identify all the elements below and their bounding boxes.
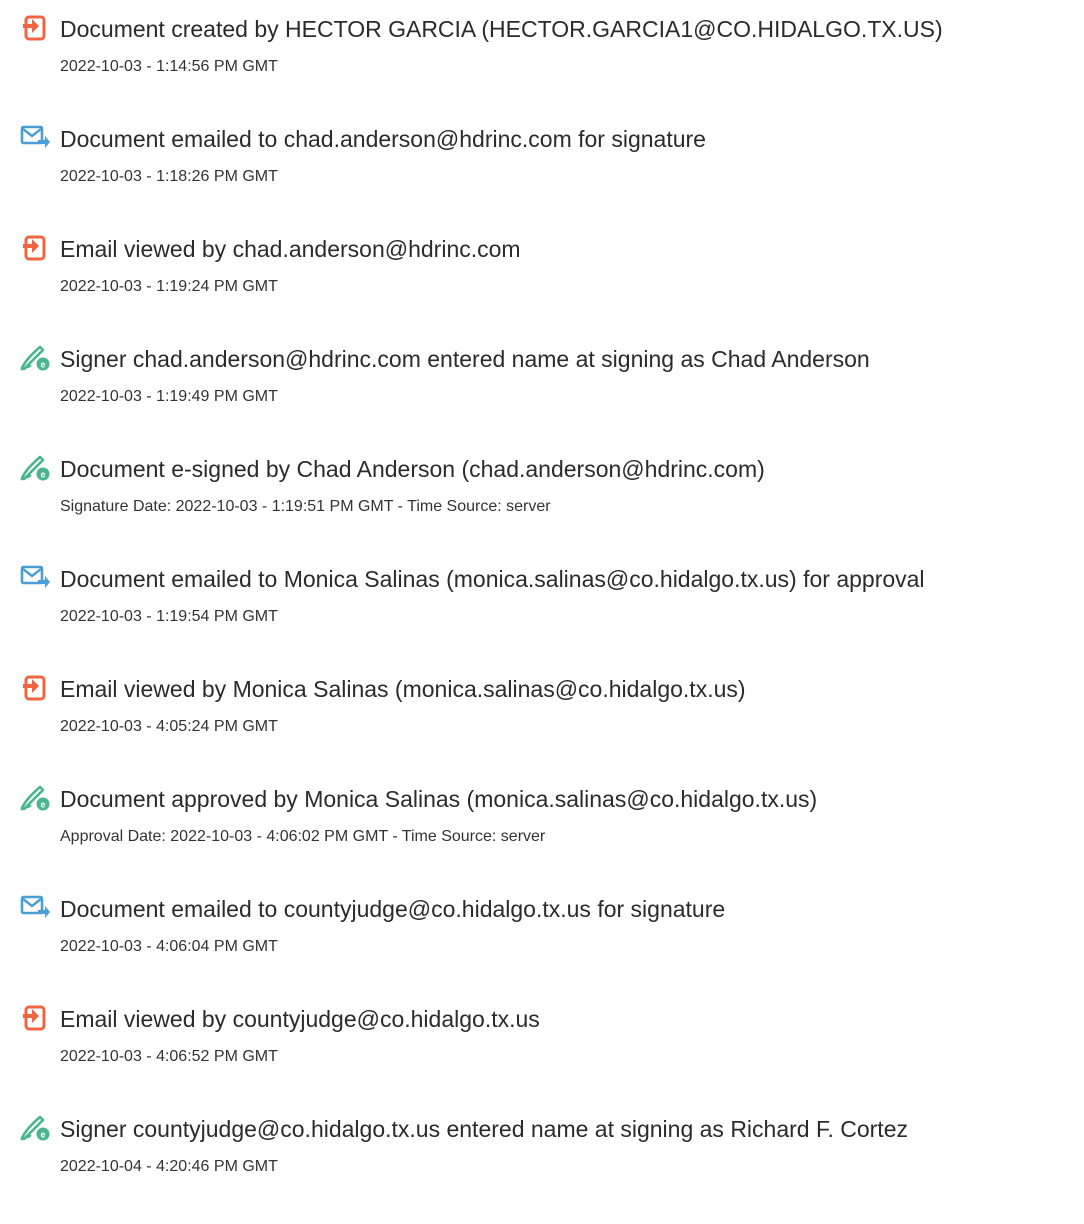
event-timestamp: 2022-10-03 - 4:06:52 PM GMT bbox=[60, 1048, 278, 1065]
event-timestamp: 2022-10-03 - 1:19:54 PM GMT bbox=[60, 608, 278, 625]
event-item: Document emailed to chad.anderson@hdrinc… bbox=[0, 122, 1084, 222]
svg-text:e: e bbox=[40, 470, 45, 480]
event-timestamp: Signature Date: 2022-10-03 - 1:19:51 PM … bbox=[60, 498, 551, 515]
event-title: Document approved by Monica Salinas (mon… bbox=[60, 786, 818, 812]
event-timestamp: 2022-10-03 - 4:06:04 PM GMT bbox=[60, 938, 278, 955]
event-title: Email viewed by Monica Salinas (monica.s… bbox=[60, 676, 746, 702]
audit-trail-page: Document created by HECTOR GARCIA (HECTO… bbox=[0, 0, 1084, 1224]
svg-text:e: e bbox=[40, 800, 45, 810]
event-timestamp: 2022-10-03 - 1:18:26 PM GMT bbox=[60, 168, 278, 185]
event-title: Email viewed by countyjudge@co.hidalgo.t… bbox=[60, 1006, 540, 1032]
event-item: Document created by HECTOR GARCIA (HECTO… bbox=[0, 12, 1084, 112]
email-sent-icon bbox=[18, 122, 52, 154]
document-icon bbox=[18, 1002, 52, 1034]
event-title: Email viewed by chad.anderson@hdrinc.com bbox=[60, 236, 521, 262]
event-title: Document emailed to Monica Salinas (moni… bbox=[60, 566, 925, 592]
document-icon bbox=[18, 672, 52, 704]
event-timestamp: 2022-10-03 - 4:05:24 PM GMT bbox=[60, 718, 278, 735]
email-sent-icon bbox=[18, 562, 52, 594]
event-timestamp: 2022-10-03 - 1:19:49 PM GMT bbox=[60, 388, 278, 405]
document-icon bbox=[18, 232, 52, 264]
svg-text:e: e bbox=[40, 360, 45, 370]
event-timestamp: 2022-10-03 - 1:19:24 PM GMT bbox=[60, 278, 278, 295]
event-title: Document emailed to chad.anderson@hdrinc… bbox=[60, 126, 706, 152]
event-title: Signer countyjudge@co.hidalgo.tx.us ente… bbox=[60, 1116, 908, 1142]
event-item: Email viewed by chad.anderson@hdrinc.com… bbox=[0, 232, 1084, 332]
signature-pen-icon: e bbox=[18, 782, 52, 814]
event-title: Signer chad.anderson@hdrinc.com entered … bbox=[60, 346, 870, 372]
event-timestamp: 2022-10-04 - 4:20:46 PM GMT bbox=[60, 1158, 278, 1175]
event-item: e Document e-signed by Chad Anderson (ch… bbox=[0, 452, 1084, 552]
event-item: e Signer countyjudge@co.hidalgo.tx.us en… bbox=[0, 1112, 1084, 1212]
event-item: Document emailed to Monica Salinas (moni… bbox=[0, 562, 1084, 662]
event-timestamp: 2022-10-03 - 1:14:56 PM GMT bbox=[60, 58, 278, 75]
email-sent-icon bbox=[18, 892, 52, 924]
event-item: Document emailed to countyjudge@co.hidal… bbox=[0, 892, 1084, 992]
event-title: Document created by HECTOR GARCIA (HECTO… bbox=[60, 16, 943, 42]
event-item: e Signer chad.anderson@hdrinc.com entere… bbox=[0, 342, 1084, 442]
event-item: e Document approved by Monica Salinas (m… bbox=[0, 782, 1084, 882]
event-title: Document emailed to countyjudge@co.hidal… bbox=[60, 896, 726, 922]
signature-pen-icon: e bbox=[18, 452, 52, 484]
signature-pen-icon: e bbox=[18, 342, 52, 374]
event-title: Document e-signed by Chad Anderson (chad… bbox=[60, 456, 765, 482]
event-item: Email viewed by countyjudge@co.hidalgo.t… bbox=[0, 1002, 1084, 1102]
event-item: Email viewed by Monica Salinas (monica.s… bbox=[0, 672, 1084, 772]
event-timestamp: Approval Date: 2022-10-03 - 4:06:02 PM G… bbox=[60, 828, 546, 845]
signature-pen-icon: e bbox=[18, 1112, 52, 1144]
document-icon bbox=[18, 12, 52, 44]
svg-text:e: e bbox=[40, 1130, 45, 1140]
